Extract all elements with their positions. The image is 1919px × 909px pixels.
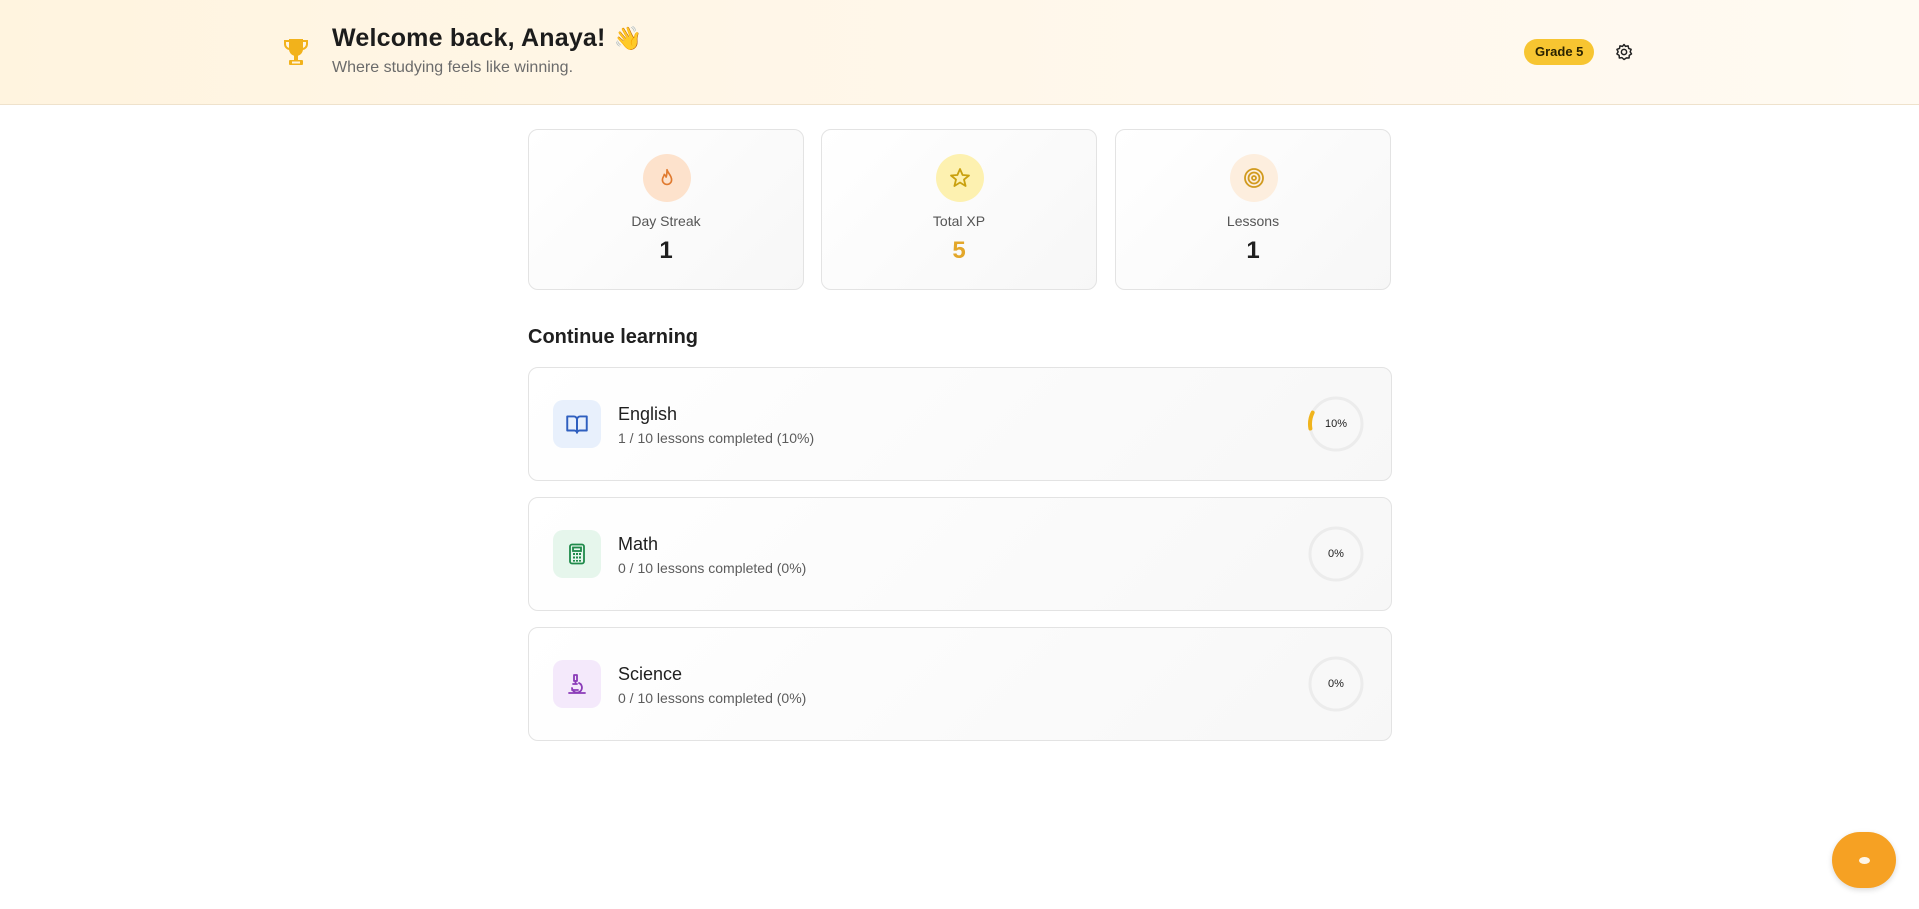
stat-card-streak: Day Streak 1	[528, 129, 804, 290]
microscope-icon	[568, 674, 586, 694]
chat-icon	[1858, 856, 1870, 864]
subject-name: English	[618, 404, 678, 424]
stat-value: 1	[1246, 237, 1260, 264]
stat-card-lessons: Lessons 1	[1115, 129, 1391, 290]
stat-value: 1	[659, 237, 673, 264]
subject-card-english[interactable]: English 1 / 10 lessons completed (10%) 1…	[528, 367, 1392, 481]
page-subtitle: Where studying feels like winning.	[332, 59, 574, 76]
flame-icon	[661, 168, 673, 186]
subject-icon-bg	[553, 660, 601, 708]
page-title: Welcome back, Anaya! 👋	[332, 24, 642, 53]
trophy-icon	[284, 39, 308, 65]
gear-icon[interactable]	[1615, 43, 1633, 61]
chat-fab-button[interactable]	[1832, 832, 1896, 888]
app-header: Welcome back, Anaya! 👋 Where studying fee…	[0, 0, 1919, 105]
target-icon	[1244, 168, 1264, 188]
stat-value: 5	[952, 237, 966, 264]
subject-progress-text: 0 / 10 lessons completed (0%)	[618, 690, 807, 706]
star-icon	[950, 168, 970, 187]
subject-card-science[interactable]: Science 0 / 10 lessons completed (0%) 0%	[528, 627, 1392, 741]
progress-percent: 0%	[1328, 678, 1344, 690]
stat-icon-bg	[936, 154, 984, 202]
subject-icon-bg	[553, 530, 601, 578]
stat-icon-bg	[643, 154, 691, 202]
stat-label: Lessons	[1226, 213, 1280, 229]
subject-progress-text: 0 / 10 lessons completed (0%)	[618, 560, 807, 576]
subject-name: Science	[618, 664, 683, 684]
progress-percent: 0%	[1328, 548, 1344, 560]
welcome-text: Welcome back, Anaya!	[332, 24, 606, 52]
subject-name: Math	[618, 534, 659, 554]
progress-percent: 10%	[1324, 418, 1348, 430]
grade-badge[interactable]: Grade 5	[1524, 39, 1595, 65]
stat-card-xp: Total XP 5	[821, 129, 1097, 290]
subject-progress-text: 1 / 10 lessons completed (10%)	[618, 430, 815, 446]
stat-label: Total XP	[932, 213, 986, 229]
wave-emoji: 👋	[613, 25, 643, 51]
section-title: Continue learning	[528, 326, 698, 348]
book-icon	[566, 415, 588, 434]
subject-card-math[interactable]: Math 0 / 10 lessons completed (0%) 0%	[528, 497, 1392, 611]
subject-icon-bg	[553, 400, 601, 448]
stat-icon-bg	[1230, 154, 1278, 202]
stat-label: Day Streak	[631, 213, 701, 229]
calculator-icon	[569, 543, 585, 565]
